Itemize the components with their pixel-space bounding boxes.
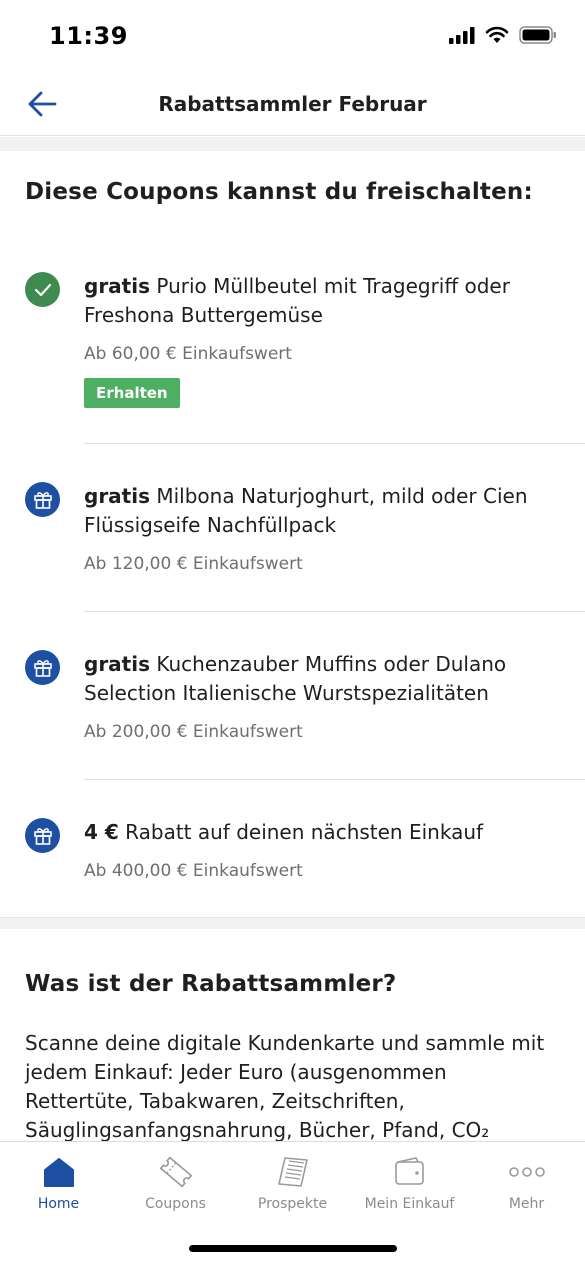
gift-icon [33,659,52,677]
coupon-status-locked [25,650,60,685]
coupon-icon [156,1154,196,1190]
tab-label: Home [37,1196,80,1212]
more-icon [507,1154,547,1190]
coupon-title: gratis Milbona Naturjoghurt, mild oder C… [84,482,564,540]
coupon-title-rest: Rabatt auf deinen nächsten Einkauf [118,820,484,844]
wifi-icon [485,26,509,43]
status-time: 11:39 [49,22,128,50]
status-bar: 11:39 [0,0,585,70]
tab-home[interactable]: Home [0,1142,117,1222]
gift-icon [33,491,52,509]
header-separator [0,137,585,151]
coupon-title-bold: gratis [84,484,150,508]
coupon-title: gratis Kuchenzauber Muffins oder Dulano … [84,650,564,708]
coupon-threshold: Ab 60,00 € Einkaufswert [84,344,292,364]
check-icon [34,283,51,296]
coupon-title-bold: gratis [84,652,150,676]
tab-label: Coupons [145,1196,206,1212]
tab-prospekte[interactable]: Prospekte [234,1142,351,1222]
coupon-threshold: Ab 200,00 € Einkaufswert [84,722,303,742]
coupon-status-locked [25,818,60,853]
info-section-title: Was ist der Rabattsammler? [25,971,397,997]
wallet-icon [392,1154,428,1190]
coupon-divider [84,611,585,612]
coupon-title-bold: gratis [84,274,150,298]
home-icon [42,1154,76,1190]
section-separator [0,917,585,929]
coupon-title-rest: Milbona Naturjoghurt, mild oder Cien Flü… [84,484,528,537]
page-title: Rabattsammler Februar [158,92,427,116]
cellular-signal-icon [449,27,475,44]
tab-coupons[interactable]: Coupons [117,1142,234,1222]
tab-mein-einkauf[interactable]: Mein Einkauf [351,1142,468,1222]
info-body-text: Scanne deine digitale Kundenkarte und sa… [25,1031,545,1141]
coupon-threshold: Ab 120,00 € Einkaufswert [84,554,303,574]
coupon-title: 4 € Rabatt auf deinen nächsten Einkauf [84,818,564,847]
tab-mehr[interactable]: Mehr [468,1142,585,1222]
coupon-title-bold: 4 € [84,820,119,844]
status-icons [449,26,557,44]
navigation-header: Rabattsammler Februar [0,70,585,136]
coupon-threshold: Ab 400,00 € Einkaufswert [84,861,303,881]
home-indicator[interactable] [189,1245,397,1252]
coupon-status-locked [25,482,60,517]
coupons-section-title: Diese Coupons kannst du freischalten: [25,179,533,205]
coupon-status-received [25,272,60,307]
coupon-divider [84,779,585,780]
coupon-divider [84,443,585,444]
tab-label: Mein Einkauf [364,1196,455,1212]
tab-label: Mehr [508,1196,545,1212]
received-badge: Erhalten [84,378,180,408]
brochure-icon [273,1154,313,1190]
main-content[interactable]: Diese Coupons kannst du freischalten: gr… [0,151,585,1141]
battery-icon [519,26,556,44]
tab-label: Prospekte [257,1196,328,1212]
gift-icon [33,827,52,845]
coupon-title: gratis Purio Müllbeutel mit Tragegriff o… [84,272,564,330]
